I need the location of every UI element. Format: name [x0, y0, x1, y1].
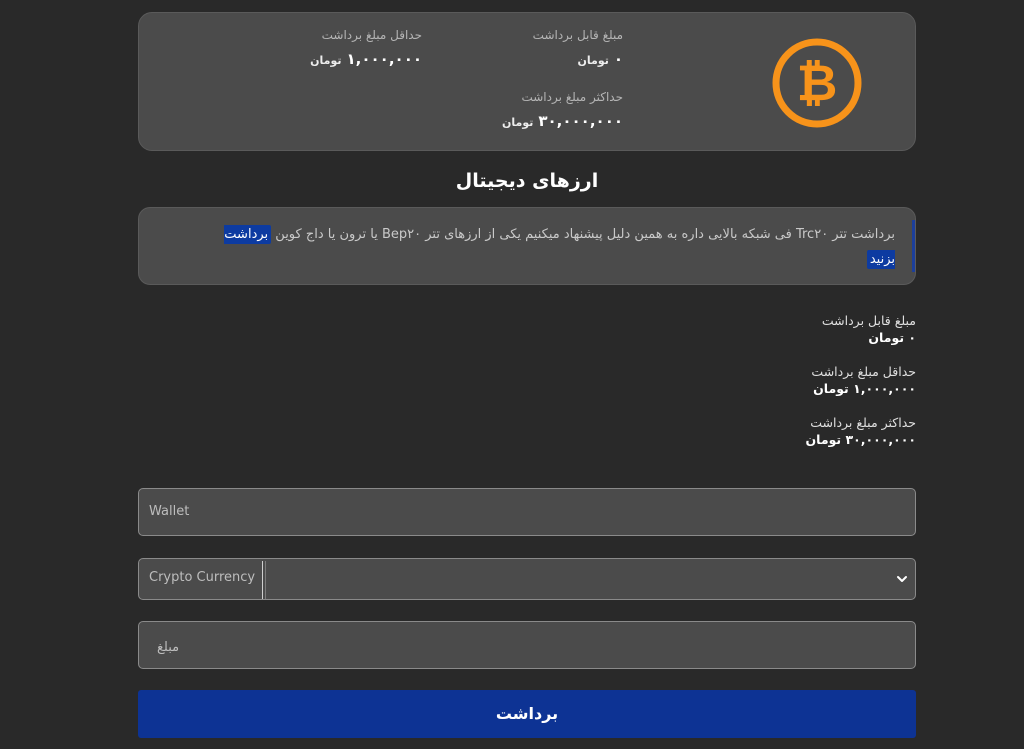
select-divider-shadow [265, 561, 266, 599]
page-title: ارزهای دیجیتال [455, 170, 599, 192]
min-withdraw-value: ۱,۰۰۰,۰۰۰تومان [310, 50, 422, 68]
wallet-placeholder: Wallet [149, 504, 190, 519]
info-max: حداکثر مبلغ برداشت ۳۰,۰۰۰,۰۰۰ تومان [805, 415, 916, 447]
max-withdraw-value: ۳۰,۰۰۰,۰۰۰تومان [502, 112, 623, 130]
balance-card: ₿ مبلغ قابل برداشت ۰تومان حداقل مبلغ برد… [138, 12, 916, 151]
info-withdrawable-label: مبلغ قابل برداشت [821, 313, 916, 328]
amount-placeholder: مبلغ [157, 640, 180, 655]
withdraw-button[interactable]: برداشت [138, 690, 916, 738]
withdrawable-label: مبلغ قابل برداشت [532, 28, 623, 42]
notice-text: برداشت تتر Trc۲۰ فی شبکه بالایی داره به … [224, 225, 895, 269]
bitcoin-icon: ₿ [772, 38, 862, 128]
info-withdrawable: مبلغ قابل برداشت ۰ تومان [822, 313, 916, 345]
withdrawable-value: ۰تومان [577, 50, 623, 68]
select-divider [262, 561, 263, 599]
info-withdrawable-value: ۰ تومان [868, 330, 916, 345]
info-min: حداقل مبلغ برداشت ۱,۰۰۰,۰۰۰ تومان [811, 364, 916, 396]
svg-text:₿: ₿ [797, 54, 838, 112]
amount-input[interactable]: مبلغ [138, 621, 916, 669]
notice-box: برداشت تتر Trc۲۰ فی شبکه بالایی داره به … [138, 207, 916, 285]
info-min-label: حداقل مبلغ برداشت [811, 364, 916, 379]
info-max-label: حداکثر مبلغ برداشت [810, 415, 916, 430]
info-min-value: ۱,۰۰۰,۰۰۰ تومان [813, 381, 916, 396]
max-withdraw-label: حداکثر مبلغ برداشت [521, 90, 623, 104]
max-withdraw-stat: حداکثر مبلغ برداشت ۳۰,۰۰۰,۰۰۰تومان [502, 90, 623, 130]
min-withdraw-label: حداقل مبلغ برداشت [321, 28, 422, 42]
min-withdraw-stat: حداقل مبلغ برداشت ۱,۰۰۰,۰۰۰تومان [310, 28, 422, 68]
crypto-currency-label: Crypto Currency [149, 570, 256, 585]
withdrawable-stat: مبلغ قابل برداشت ۰تومان [533, 28, 623, 68]
wallet-input[interactable]: Wallet [138, 488, 916, 536]
crypto-currency-select[interactable]: Crypto Currency [138, 558, 916, 600]
info-max-value: ۳۰,۰۰۰,۰۰۰ تومان [805, 432, 916, 447]
notice-accent-bar [912, 220, 915, 272]
chevron-down-icon[interactable] [895, 572, 909, 586]
